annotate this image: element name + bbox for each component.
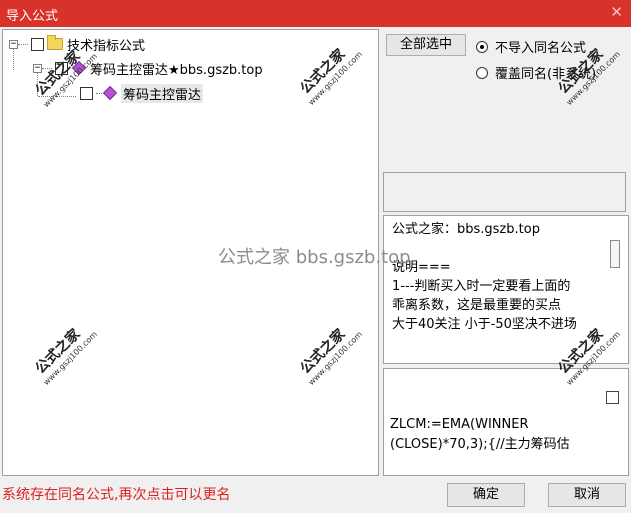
- formula-code-box[interactable]: ZLCM:=EMA(WINNER (CLOSE)*70,3);{//主力筹码估: [383, 368, 629, 476]
- no-import-radio[interactable]: [476, 40, 488, 53]
- description-line: 1---判断买入时一定要看上面的: [392, 279, 571, 294]
- description-line: [392, 239, 620, 258]
- description-line: 公式之家：bbs.gszb.top: [392, 222, 540, 237]
- tree-dots: [96, 92, 102, 94]
- window-title: 导入公式: [6, 9, 59, 24]
- root-label: 技术指标公式: [67, 38, 146, 54]
- overwrite-radio[interactable]: [476, 66, 488, 79]
- leaf-checkbox[interactable]: [80, 86, 93, 100]
- no-import-label: 不导入同名公式: [495, 41, 587, 56]
- tree-dots: [42, 67, 52, 69]
- overwrite-option[interactable]: 覆盖同名(非系统): [476, 63, 596, 82]
- no-import-option[interactable]: 不导入同名公式: [476, 37, 586, 56]
- code-checkbox[interactable]: [606, 391, 619, 404]
- title-bar: 导入公式 ✕: [0, 0, 631, 27]
- select-all-button[interactable]: 全部选中: [386, 34, 466, 56]
- folder-icon: [47, 35, 63, 50]
- ok-button[interactable]: 确定: [447, 483, 525, 507]
- overwrite-label: 覆盖同名(非系统): [495, 67, 597, 82]
- watermark-text: 公式之家 bbs.gszb.top: [218, 247, 411, 268]
- formula-gem-icon: [102, 85, 118, 101]
- tree-node-root[interactable]: − 技术指标公式: [9, 34, 145, 54]
- root-checkbox[interactable]: [31, 37, 44, 51]
- code-line: ZLCM:=EMA(WINNER: [390, 417, 529, 432]
- description-line: 乖离系数，这是最重要的买点: [392, 298, 562, 313]
- formula-gem-icon: [71, 60, 87, 76]
- leaf-label: 筹码主控雷达: [121, 83, 204, 103]
- child-checkbox[interactable]: [55, 61, 68, 75]
- description-scrollbar[interactable]: [610, 240, 620, 268]
- description-box[interactable]: 公式之家：bbs.gszb.top 说明=== 1---判断买入时一定要看上面的…: [383, 215, 629, 364]
- description-line: 说明===: [392, 260, 451, 275]
- tree-connector: [38, 96, 76, 97]
- collapse-icon[interactable]: −: [33, 63, 42, 73]
- child-label: 筹码主控雷达★bbs.gszb.top: [90, 62, 263, 78]
- tree-node-child[interactable]: − 筹码主控雷达★bbs.gszb.top: [33, 58, 263, 78]
- cancel-button[interactable]: 取消: [548, 483, 626, 507]
- description-line: 大于40关注 小于-50坚决不进场: [392, 317, 577, 332]
- status-message: 系统存在同名公式,再次点击可以更名: [2, 487, 231, 503]
- collapse-icon[interactable]: −: [9, 39, 18, 49]
- close-icon[interactable]: ✕: [610, 3, 623, 21]
- formula-name-field[interactable]: [383, 172, 626, 212]
- tree-dots: [18, 43, 28, 45]
- code-line: (CLOSE)*70,3);{//主力筹码估: [390, 437, 570, 452]
- tree-node-leaf[interactable]: 筹码主控雷达: [77, 83, 204, 103]
